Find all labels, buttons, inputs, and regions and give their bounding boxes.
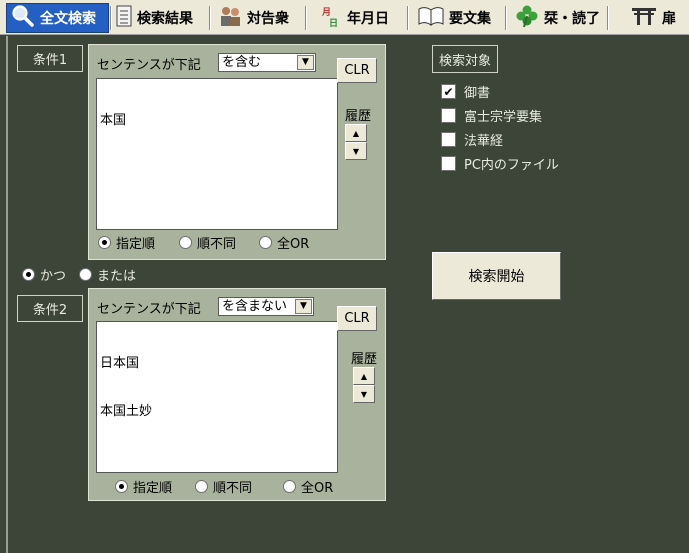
condition2-textarea[interactable]: 日本国 本国土妙 xyxy=(96,321,338,473)
checkbox-label: 御書 xyxy=(464,86,491,101)
condition1-order-unordered[interactable]: 順不同 xyxy=(179,233,236,252)
checkbox-label: 富士宗学要集 xyxy=(464,110,543,125)
condition1-order-ordered[interactable]: 指定順 xyxy=(98,233,155,252)
tab-tobira[interactable]: 扉 xyxy=(627,3,689,33)
tab-label: 栞・読了 xyxy=(544,11,600,27)
condition1-panel: センテンスが下記 を含む ▼ 本国 CLR 履歴 ▲ ▼ 指定順 順不同 全OR xyxy=(88,44,386,260)
condition1-history-spinner[interactable]: ▲ ▼ xyxy=(345,124,367,160)
logic-or[interactable]: または xyxy=(79,265,136,284)
radio-label: 全OR xyxy=(301,481,334,496)
condition1-clr-button[interactable]: CLR xyxy=(337,58,377,83)
radio-icon[interactable] xyxy=(259,236,272,249)
condition1-order-allor[interactable]: 全OR xyxy=(259,233,309,252)
checkbox-label: PC内のファイル xyxy=(464,158,559,173)
radio-icon[interactable] xyxy=(98,236,111,249)
target-pc-files[interactable]: PC内のファイル xyxy=(441,154,559,173)
target-fuji-shugaku[interactable]: 富士宗学要集 xyxy=(441,106,542,125)
tab-label: 年月日 xyxy=(347,11,389,27)
radio-icon[interactable] xyxy=(22,268,35,281)
condition1-history-label: 履歴 xyxy=(345,109,372,124)
radio-label: かつ xyxy=(40,269,67,284)
condition2-text-line: 本国土妙 xyxy=(100,404,153,419)
target-gosho[interactable]: ✔ 御書 xyxy=(441,82,490,101)
radio-icon[interactable] xyxy=(195,480,208,493)
radio-label: 指定順 xyxy=(116,237,156,252)
radio-icon[interactable] xyxy=(79,268,92,281)
arrow-down-icon[interactable]: ▼ xyxy=(345,142,367,160)
tab-bar: 全文検索 検索結果 対告衆 月日 年月日 要文集 栞・読了 扉 xyxy=(0,0,689,35)
tab-search-results[interactable]: 検索結果 xyxy=(112,3,208,33)
radio-icon[interactable] xyxy=(115,480,128,493)
svg-text:月: 月 xyxy=(321,7,331,18)
condition2-history-spinner[interactable]: ▲ ▼ xyxy=(353,367,375,403)
checkbox-checked-icon[interactable]: ✔ xyxy=(441,84,456,99)
radio-label: 順不同 xyxy=(197,237,237,252)
condition2-order-allor[interactable]: 全OR xyxy=(283,477,333,496)
tab-label: 対告衆 xyxy=(247,11,289,27)
checkbox-icon[interactable] xyxy=(441,156,456,171)
condition2-sentence-label: センテンスが下記 xyxy=(97,302,201,317)
radio-label: 指定順 xyxy=(133,481,173,496)
condition1-sentence-label: センテンスが下記 xyxy=(97,58,201,73)
condition2-order-ordered[interactable]: 指定順 xyxy=(115,477,172,496)
chevron-down-icon[interactable]: ▼ xyxy=(297,55,314,70)
tab-fulltext-search[interactable]: 全文検索 xyxy=(6,3,109,33)
tab-taigoshu[interactable]: 対告衆 xyxy=(214,3,304,33)
condition2-panel: センテンスが下記 を含まない ▼ 日本国 本国土妙 CLR 履歴 ▲ ▼ 指定順… xyxy=(88,288,386,501)
radio-label: 全OR xyxy=(277,237,310,252)
magnifier-icon xyxy=(11,4,35,32)
radio-label: 順不同 xyxy=(213,481,253,496)
checkbox-icon[interactable] xyxy=(441,108,456,123)
condition1-text-line: 本国 xyxy=(100,113,127,128)
condition2-label: 条件2 xyxy=(17,295,83,322)
condition2-mode-value: を含まない xyxy=(222,299,288,314)
condition2-clr-button[interactable]: CLR xyxy=(337,306,377,331)
arrow-up-icon[interactable]: ▲ xyxy=(353,367,375,385)
arrow-down-icon[interactable]: ▼ xyxy=(353,385,375,403)
radio-icon[interactable] xyxy=(179,236,192,249)
tab-yobunshu[interactable]: 要文集 xyxy=(414,3,504,33)
tab-label: 要文集 xyxy=(449,11,491,27)
search-target-title: 検索対象 xyxy=(432,45,498,73)
tab-date[interactable]: 月日 年月日 xyxy=(316,3,406,33)
target-hokekyo[interactable]: 法華経 xyxy=(441,130,503,149)
condition2-order-unordered[interactable]: 順不同 xyxy=(195,477,252,496)
document-list-icon xyxy=(116,5,132,31)
tab-bookmark-read[interactable]: 栞・読了 xyxy=(511,3,606,33)
condition2-text-line: 日本国 xyxy=(100,356,140,371)
checkbox-icon[interactable] xyxy=(441,132,456,147)
left-frame-line xyxy=(6,36,8,553)
tab-label: 扉 xyxy=(662,11,676,27)
tab-label: 検索結果 xyxy=(137,11,193,27)
radio-label: または xyxy=(97,269,137,284)
radio-icon[interactable] xyxy=(283,480,296,493)
condition1-label: 条件1 xyxy=(17,45,83,72)
logic-and[interactable]: かつ xyxy=(22,265,66,284)
open-book-icon xyxy=(418,6,444,30)
search-start-button[interactable]: 検索開始 xyxy=(432,252,561,300)
torii-icon xyxy=(631,6,657,30)
calendar-icon: 月日 xyxy=(320,4,342,32)
condition1-mode-select[interactable]: を含む ▼ xyxy=(218,53,316,72)
checkbox-label: 法華経 xyxy=(464,134,504,149)
condition2-mode-select[interactable]: を含まない ▼ xyxy=(218,297,314,316)
clover-icon xyxy=(515,4,539,32)
condition1-mode-value: を含む xyxy=(222,55,262,70)
people-icon xyxy=(218,4,242,32)
arrow-up-icon[interactable]: ▲ xyxy=(345,124,367,142)
condition2-history-label: 履歴 xyxy=(351,352,378,367)
chevron-down-icon[interactable]: ▼ xyxy=(295,299,312,314)
svg-text:日: 日 xyxy=(329,18,338,28)
condition1-textarea[interactable]: 本国 xyxy=(96,78,338,230)
tab-label: 全文検索 xyxy=(40,11,96,27)
